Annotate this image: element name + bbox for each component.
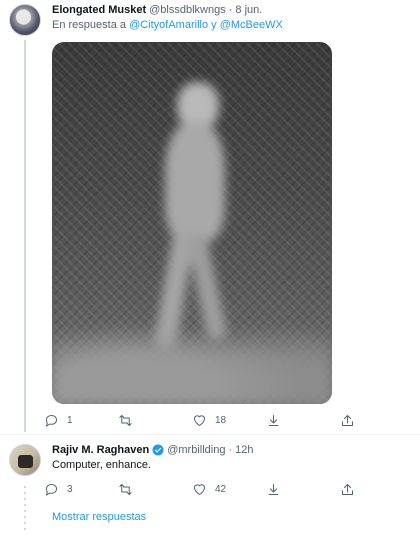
author-handle[interactable]: @mrbillding: [167, 444, 225, 456]
reply-count: 3: [67, 483, 73, 495]
separator-dot: ·: [228, 444, 233, 456]
reply-button[interactable]: 3: [44, 481, 118, 497]
like-button[interactable]: 18: [192, 412, 266, 428]
like-button[interactable]: 42: [192, 481, 266, 497]
blurry-figure: [147, 82, 237, 353]
reply-count: 1: [67, 414, 73, 426]
tweet-actions: 3 42: [44, 481, 370, 497]
reply-button[interactable]: 1: [44, 412, 118, 428]
tweet-image[interactable]: [52, 42, 332, 404]
share-button[interactable]: [266, 481, 340, 497]
tweet-actions: 1 18: [44, 412, 370, 428]
show-replies-link[interactable]: Mostrar respuestas: [52, 511, 146, 523]
tweet-date[interactable]: 8 jun.: [235, 4, 262, 16]
reply-icon: [46, 483, 57, 496]
share-icon: [268, 414, 279, 426]
author-name[interactable]: Rajiv M. Raghaven: [52, 444, 149, 456]
like-count: 18: [215, 414, 227, 426]
upload-button[interactable]: [340, 412, 370, 428]
retweet-icon: [119, 483, 132, 495]
verified-badge-icon: [152, 444, 164, 456]
share-icon: [268, 483, 279, 495]
retweet-button[interactable]: [118, 481, 192, 497]
like-icon: [194, 483, 205, 495]
tweet-1[interactable]: Elongated Musket @blssdblkwngs · 8 jun. …: [0, 0, 420, 436]
tweet-header: Elongated Musket @blssdblkwngs · 8 jun.: [52, 4, 262, 16]
avatar[interactable]: [9, 4, 41, 36]
reply-icon: [46, 414, 57, 427]
thread-dots: [24, 486, 26, 530]
upload-icon: [342, 483, 353, 495]
tweet-header: Rajiv M. Raghaven @mrbillding · 12h: [52, 444, 253, 456]
tweet-text: Computer, enhance.: [52, 459, 152, 471]
retweet-button[interactable]: [118, 412, 192, 428]
reply-target-links[interactable]: @CityofAmarillo y @McBeeWX: [129, 19, 283, 31]
tweet-date[interactable]: 12h: [235, 444, 253, 456]
tweet-divider: [0, 434, 420, 435]
author-handle[interactable]: @blssdblkwngs: [149, 4, 226, 16]
avatar[interactable]: [9, 444, 41, 476]
retweet-icon: [119, 414, 132, 426]
share-button[interactable]: [266, 412, 340, 428]
like-count: 42: [215, 483, 227, 495]
thread-line: [24, 40, 26, 432]
upload-button[interactable]: [340, 481, 370, 497]
separator-dot: ·: [228, 4, 233, 16]
reply-context: En respuesta a @CityofAmarillo y @McBeeW…: [52, 19, 283, 31]
reply-prefix: En respuesta a: [52, 19, 126, 31]
ground-texture: [52, 314, 332, 404]
upload-icon: [342, 414, 353, 426]
author-name[interactable]: Elongated Musket: [52, 4, 146, 16]
like-icon: [194, 414, 205, 426]
